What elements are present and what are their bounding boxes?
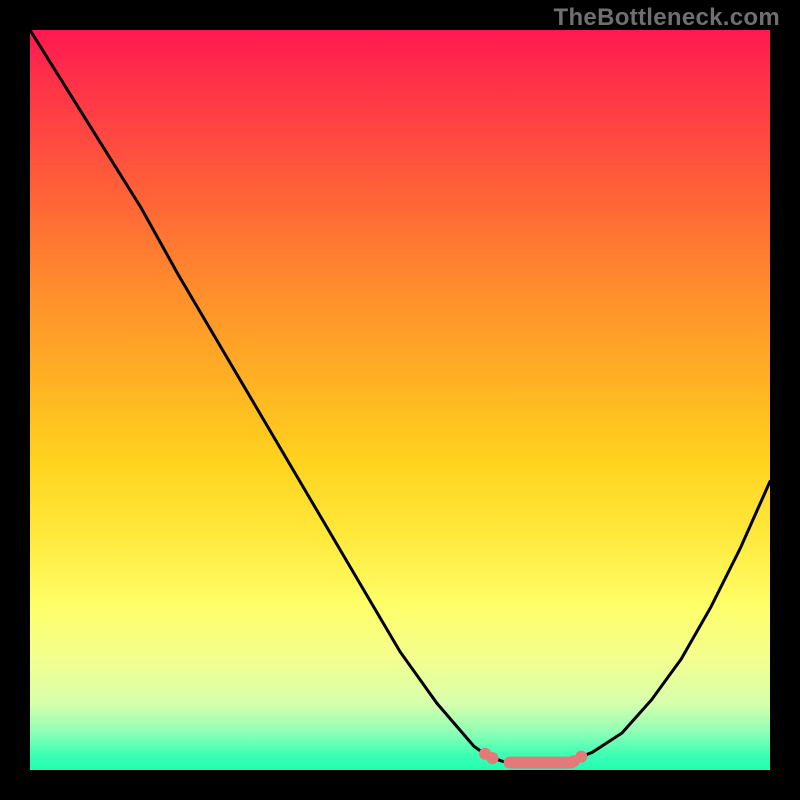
plot-area: [30, 30, 770, 770]
curve-layer: [30, 30, 770, 770]
watermark-text: TheBottleneck.com: [554, 4, 780, 32]
marker-bar: [504, 757, 578, 769]
main-curve: [30, 30, 770, 766]
chart-frame: TheBottleneck.com: [0, 0, 800, 800]
marker-dot: [487, 752, 499, 764]
marker-dot: [575, 751, 587, 763]
markers-group: [479, 748, 587, 769]
